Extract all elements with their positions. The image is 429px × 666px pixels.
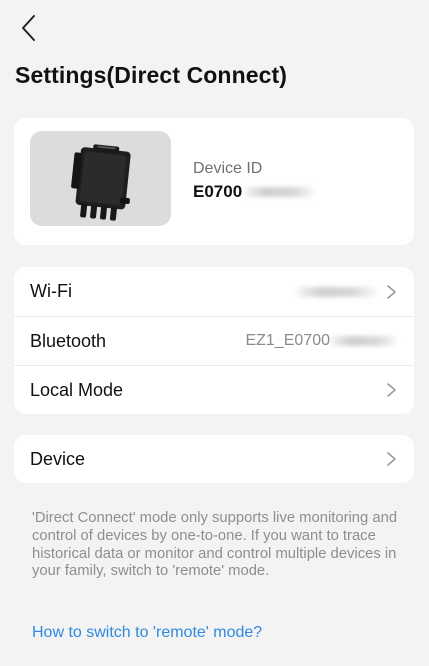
local-mode-label: Local Mode: [30, 379, 124, 400]
redacted-wifi-name: [296, 286, 378, 297]
bluetooth-label: Bluetooth: [30, 330, 107, 351]
device-id-value: E0700: [193, 182, 317, 202]
wifi-value: [296, 286, 378, 297]
bluetooth-row[interactable]: Bluetooth EZ1_E0700: [14, 316, 414, 365]
bluetooth-value: EZ1_E0700: [245, 332, 398, 350]
direct-connect-info-text: 'Direct Connect' mode only supports live…: [32, 510, 398, 580]
device-row[interactable]: Device: [14, 435, 414, 483]
local-mode-row[interactable]: Local Mode: [14, 365, 414, 414]
redacted-bluetooth-suffix: [330, 336, 398, 346]
chevron-right-icon: [384, 284, 398, 300]
chevron-left-icon: [22, 15, 35, 41]
device-label: Device: [30, 448, 86, 469]
device-image: [30, 131, 171, 226]
chevron-right-icon: [384, 451, 398, 467]
chevron-right-icon: [384, 382, 398, 398]
page-title: Settings(Direct Connect): [15, 62, 288, 88]
back-button[interactable]: [12, 10, 44, 46]
device-id-label: Device ID: [193, 160, 263, 177]
connection-settings-card: Wi-Fi Bluetooth EZ1_E0700 Local Mode: [14, 267, 414, 414]
redacted-serial: [244, 187, 317, 197]
wifi-label: Wi-Fi: [30, 281, 72, 301]
switch-to-remote-help-link[interactable]: How to switch to 'remote' mode?: [32, 624, 262, 642]
device-id-text: E0700: [193, 182, 243, 201]
wifi-row[interactable]: Wi-Fi: [14, 267, 414, 316]
device-card: Device ID E0700: [14, 118, 414, 245]
device-settings-card: Device: [14, 435, 414, 483]
